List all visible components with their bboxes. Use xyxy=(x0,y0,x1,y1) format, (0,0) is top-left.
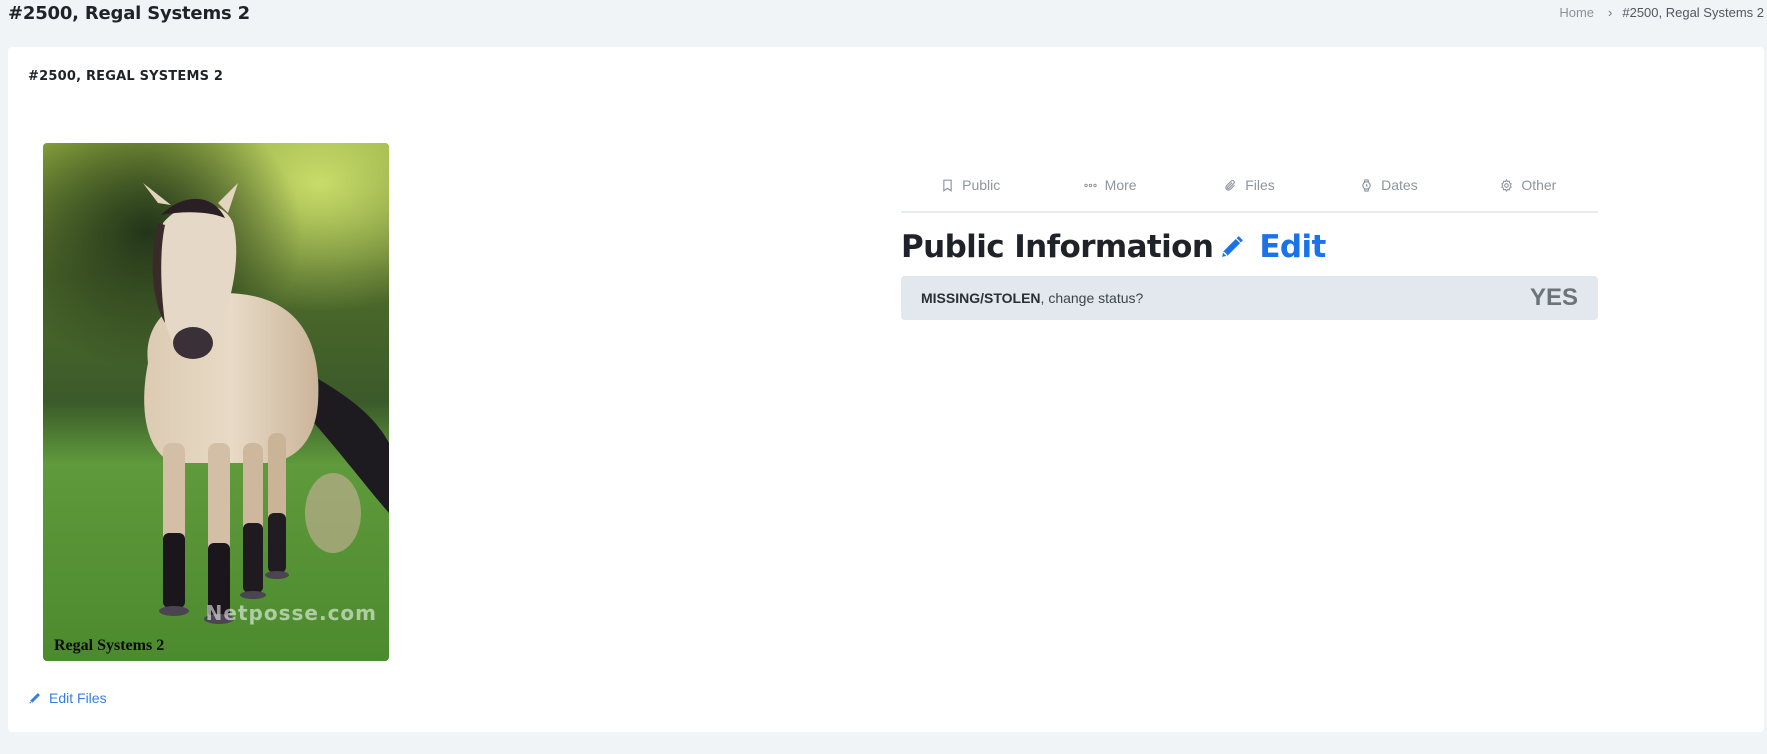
photo-watermark: Netposse.com xyxy=(205,601,377,625)
edit-files-link[interactable]: Edit Files xyxy=(28,690,107,706)
tab-files[interactable]: Files xyxy=(1180,167,1319,211)
tab-label: Files xyxy=(1245,177,1275,193)
public-information-heading: Public Information Edit xyxy=(901,227,1326,267)
watch-icon xyxy=(1362,178,1371,192)
missing-stolen-status-bar: MISSING/STOLEN, change status? YES xyxy=(901,276,1598,320)
chevron-right-icon: › xyxy=(1608,5,1613,20)
status-text: MISSING/STOLEN, change status? xyxy=(921,290,1143,306)
tab-label: Public xyxy=(962,177,1001,193)
edit-files-label: Edit Files xyxy=(49,690,107,706)
tab-more[interactable]: More xyxy=(1040,167,1179,211)
change-status-yes-button[interactable]: YES xyxy=(1530,284,1578,312)
tab-label: More xyxy=(1104,177,1137,193)
tab-label: Other xyxy=(1521,177,1557,193)
more-dots-icon xyxy=(1083,183,1097,187)
breadcrumb: Home › #2500, Regal Systems 2 xyxy=(1559,4,1764,22)
page-title: #2500, Regal Systems 2 xyxy=(8,3,250,24)
gear-icon xyxy=(1501,178,1513,192)
section-title: Public Information xyxy=(901,229,1214,265)
status-label: MISSING/STOLEN xyxy=(921,290,1041,306)
status-prompt: , change status? xyxy=(1040,290,1144,306)
edit-label: Edit xyxy=(1259,229,1326,265)
tab-other[interactable]: Other xyxy=(1459,167,1598,211)
record-card: #2500, REGAL SYSTEMS 2 Netposse.com Rega… xyxy=(8,47,1764,732)
pencil-icon xyxy=(1222,236,1244,257)
edit-public-info-button[interactable]: Edit xyxy=(1219,229,1326,265)
tab-dates[interactable]: Dates xyxy=(1319,167,1458,211)
horse-photo[interactable]: Netposse.com Regal Systems 2 xyxy=(43,143,389,661)
page-header: #2500, Regal Systems 2 Home › #2500, Reg… xyxy=(0,0,1767,40)
photo-caption: Regal Systems 2 xyxy=(54,637,165,654)
info-tabs: Public More Files Dates Other xyxy=(901,167,1598,213)
tab-label: Dates xyxy=(1381,177,1418,193)
horse-photo-image xyxy=(43,143,389,661)
breadcrumb-home-link[interactable]: Home xyxy=(1559,4,1594,22)
bookmark-icon xyxy=(943,179,952,192)
tab-public[interactable]: Public xyxy=(901,167,1040,211)
paperclip-icon xyxy=(1225,179,1236,191)
breadcrumb-current: #2500, Regal Systems 2 xyxy=(1622,5,1764,20)
card-title: #2500, REGAL SYSTEMS 2 xyxy=(28,69,224,84)
pencil-icon xyxy=(29,692,40,703)
